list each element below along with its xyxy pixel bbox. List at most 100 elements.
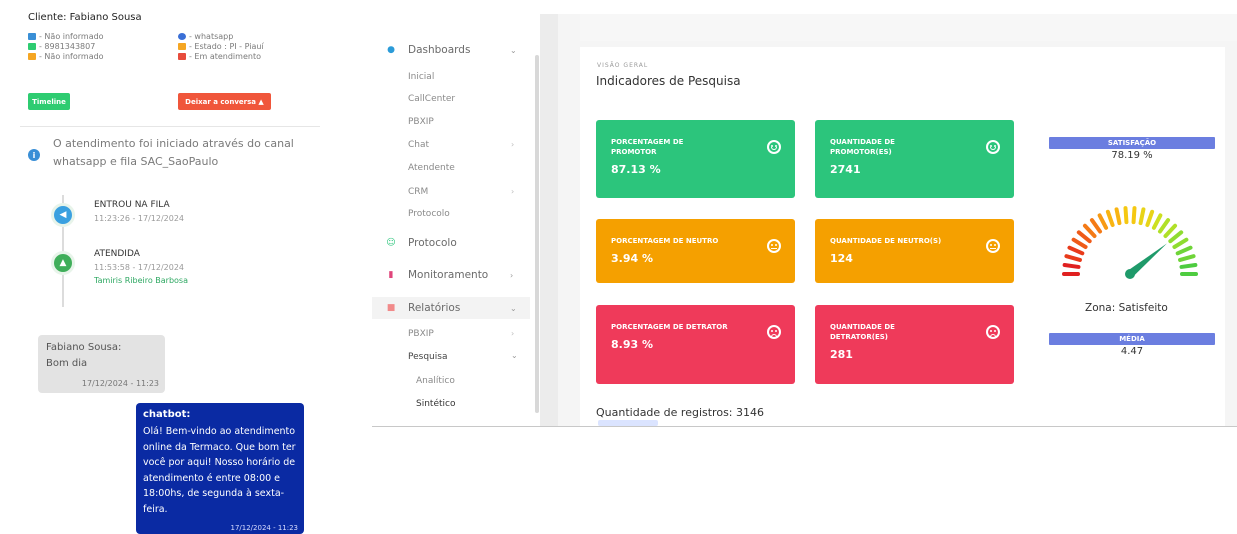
- client-phone: - 8981343807: [28, 42, 95, 51]
- sad-face-icon: [986, 325, 1000, 339]
- phone-icon: [28, 43, 36, 50]
- chart-icon: ▮: [388, 270, 394, 280]
- attended-icon: ▲: [51, 251, 75, 275]
- kpi-value: 8.93 %: [611, 338, 653, 351]
- client-channel: - whatsapp: [178, 32, 233, 41]
- gauge-tick: [1076, 230, 1092, 244]
- kpi-card-neutro-percent: PORCENTAGEM DE NEUTRO 3.94 %: [596, 219, 795, 283]
- sidebar-item-label: Relatórios: [408, 302, 461, 314]
- sidebar: ● Dashboards ⌄ Inicial CallCenter PBXIP …: [372, 28, 540, 428]
- gauge-tick: [1089, 218, 1103, 234]
- chevron-down-icon: ⌄: [510, 303, 517, 313]
- kpi-label: QUANTIDADE DE DETRATOR(ES): [830, 323, 895, 341]
- sidebar-subitem-sintetico[interactable]: Sintético: [416, 399, 455, 409]
- kpi-value: 281: [830, 348, 853, 361]
- kpi-value: 3.94 %: [611, 252, 653, 265]
- message-time: 17/12/2024 - 11:23: [81, 379, 159, 388]
- client-status-text: - Em atendimento: [189, 52, 261, 61]
- kpi-label: QUANTIDADE DE PROMOTOR(ES): [830, 138, 895, 156]
- client-email-text: - Não informado: [39, 32, 104, 41]
- timeline-step-title: ATENDIDA: [94, 249, 140, 259]
- chevron-down-icon: ⌄: [510, 45, 517, 55]
- info-icon: i: [28, 149, 40, 161]
- page-title: Indicadores de Pesquisa: [596, 74, 741, 88]
- gutter: [540, 14, 558, 426]
- timeline-step-time: 11:23:26 - 17/12/2024: [94, 214, 185, 223]
- sidebar-subitem-atendente[interactable]: Atendente: [408, 163, 455, 173]
- gauge-tick: [1097, 213, 1109, 230]
- kpi-label: PORCENTAGEM DE PROMOTOR: [611, 138, 684, 156]
- dashboard-icon: ●: [387, 45, 395, 55]
- sidebar-subitem-pbxip[interactable]: PBXIP: [408, 117, 434, 127]
- gauge-tick: [1082, 223, 1097, 238]
- kpi-value: 124: [830, 252, 853, 265]
- leave-conversation-button[interactable]: Deixar a conversa ▲: [178, 93, 271, 110]
- whatsapp-icon: [178, 33, 186, 40]
- map-icon: [178, 43, 186, 50]
- gauge-tick: [1105, 209, 1115, 228]
- chevron-right-icon: ›: [511, 140, 515, 149]
- sidebar-subitem-rel-pbxip[interactable]: PBXIP: [408, 329, 434, 339]
- gauge-tick: [1178, 254, 1196, 262]
- gauge-tick: [1163, 223, 1178, 238]
- client-phone-text: - 8981343807: [39, 42, 96, 51]
- client-status: - Em atendimento: [178, 52, 261, 61]
- gauge-tick: [1179, 263, 1198, 269]
- gauge-tick: [1123, 206, 1129, 225]
- sidebar-item-label: Protocolo: [408, 237, 457, 249]
- chevron-down-icon: ⌄: [511, 351, 518, 360]
- status-icon: [178, 53, 186, 60]
- satisfaction-label: SATISFAÇÃO: [1049, 137, 1215, 149]
- gauge-tick: [1145, 209, 1155, 228]
- gauge-tick: [1071, 237, 1088, 249]
- gauge-tick: [1172, 237, 1189, 249]
- gauge-tick: [1175, 245, 1193, 256]
- neutral-face-icon: [767, 239, 781, 253]
- sidebar-subitem-analitico[interactable]: Analítico: [416, 376, 455, 386]
- timeline-button[interactable]: Timeline: [28, 93, 70, 110]
- message-text: Olá! Bem-vindo ao atendimento online da …: [143, 426, 296, 515]
- sidebar-item-monitoramento[interactable]: ▮ Monitoramento ›: [372, 264, 532, 286]
- chevron-right-icon: ›: [511, 187, 515, 196]
- company-icon: [28, 53, 36, 60]
- kpi-card-neutro-count: QUANTIDADE DE NEUTRO(S) 124: [815, 219, 1014, 283]
- gauge-tick: [1138, 207, 1146, 226]
- gauge-tick: [1168, 230, 1184, 244]
- sidebar-item-dashboards[interactable]: ● Dashboards ⌄: [372, 39, 532, 61]
- kpi-label: QUANTIDADE DE NEUTRO(S): [830, 237, 942, 245]
- kpi-value: 2741: [830, 163, 861, 176]
- sidebar-subitem-pesquisa[interactable]: Pesquisa: [408, 352, 447, 362]
- client-channel-text: - whatsapp: [189, 32, 234, 41]
- gauge-tick: [1062, 263, 1081, 269]
- chevron-right-icon: ›: [511, 329, 515, 338]
- client-state: - Estado : PI - Piauí: [178, 42, 264, 51]
- neutral-face-icon: [986, 239, 1000, 253]
- queue-icon: ◀: [51, 203, 75, 227]
- kpi-label: PORCENTAGEM DE NEUTRO: [611, 237, 719, 245]
- satisfaction-gauge: [1062, 206, 1198, 279]
- sidebar-item-protocolo[interactable]: ☺ Protocolo: [372, 232, 532, 254]
- client-state-text: - Estado : PI - Piauí: [189, 42, 264, 51]
- divider: [372, 426, 1237, 427]
- top-bar: [580, 14, 1237, 41]
- sidebar-subitem-chat[interactable]: Chat: [408, 140, 429, 150]
- protocol-icon: ☺: [386, 238, 396, 248]
- message-author: chatbot:: [143, 409, 191, 420]
- sad-face-icon: [767, 325, 781, 339]
- chat-panel: Cliente: Fabiano Sousa - Não informado -…: [0, 0, 330, 534]
- gauge-tick: [1131, 206, 1137, 225]
- sidebar-item-label: Monitoramento: [408, 269, 489, 281]
- sidebar-subitem-crm[interactable]: CRM: [408, 187, 428, 197]
- sidebar-scrollbar[interactable]: [535, 55, 539, 413]
- records-count: Quantidade de registros: 3146: [596, 406, 764, 419]
- kpi-label: PORCENTAGEM DE DETRATOR: [611, 323, 728, 331]
- sidebar-subitem-protocolo[interactable]: Protocolo: [408, 209, 450, 219]
- gauge-hub: [1125, 269, 1135, 279]
- records-bar: [598, 420, 658, 426]
- client-email: - Não informado: [28, 32, 104, 41]
- sidebar-item-relatorios[interactable]: ■ Relatórios ⌄: [372, 297, 532, 319]
- sidebar-subitem-inicial[interactable]: Inicial: [408, 72, 434, 82]
- zone-label: Zona: Satisfeito: [1085, 302, 1168, 314]
- section-eyebrow: VISÃO GERAL: [597, 62, 649, 69]
- sidebar-subitem-callcenter[interactable]: CallCenter: [408, 94, 455, 104]
